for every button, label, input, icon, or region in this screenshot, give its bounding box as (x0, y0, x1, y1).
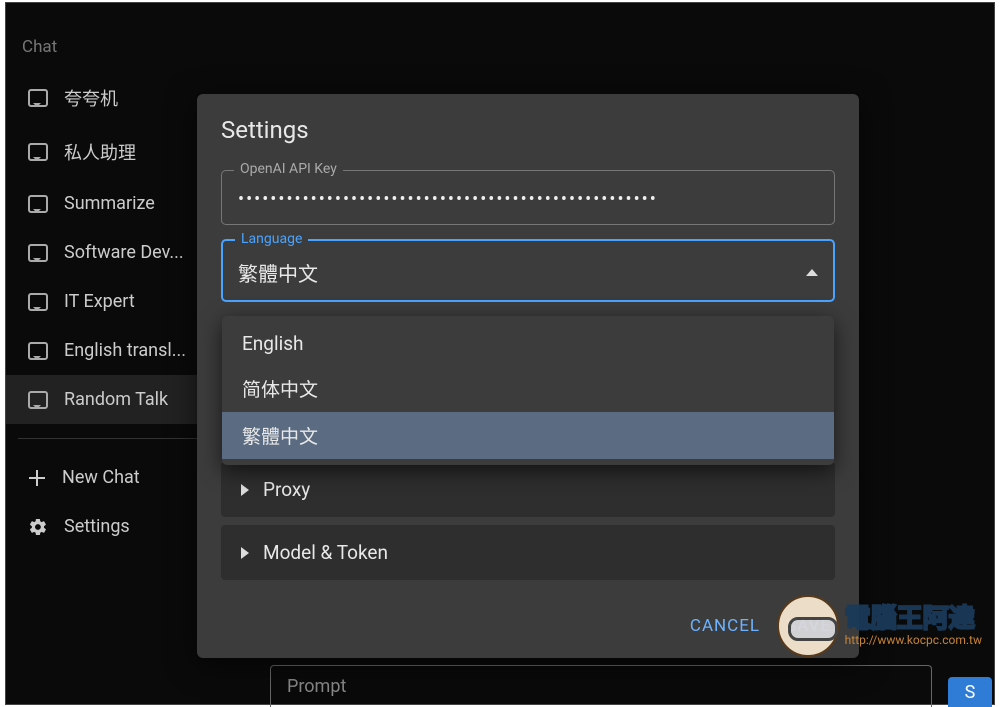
prompt-area: Prompt S (270, 665, 992, 707)
language-select[interactable]: Language 繁體中文 (221, 239, 835, 302)
caret-up-icon (806, 269, 818, 276)
sidebar-section-label: Chat (6, 13, 256, 71)
api-key-label: OpenAI API Key (234, 161, 343, 177)
language-option-english[interactable]: English (222, 322, 834, 365)
sidebar-item-label: IT Expert (64, 291, 135, 312)
chat-icon (28, 195, 48, 213)
language-option-simplified[interactable]: 简体中文 (222, 365, 834, 412)
watermark-face-icon (777, 595, 839, 657)
language-dropdown: English 简体中文 繁體中文 (222, 316, 834, 465)
chat-icon (28, 143, 48, 161)
new-chat-label: New Chat (62, 467, 140, 488)
chat-icon (28, 244, 48, 262)
modal-actions: CANCEL SAVE (197, 586, 859, 642)
api-key-field[interactable]: OpenAI API Key •••••••••••••••••••••••••… (221, 170, 835, 225)
send-label: S (965, 682, 976, 703)
prompt-placeholder: Prompt (287, 676, 346, 697)
sidebar-item-label: Random Talk (64, 389, 168, 410)
gear-icon (28, 517, 48, 537)
watermark: 電腦王阿達 http://www.kocpc.com.tw (777, 595, 982, 657)
chat-icon (28, 89, 48, 107)
proxy-accordion[interactable]: Proxy (221, 462, 835, 517)
send-button[interactable]: S (948, 677, 992, 707)
proxy-label: Proxy (263, 478, 310, 501)
sidebar-item-label: 夸夸机 (64, 85, 118, 111)
sidebar-item-label: Summarize (64, 193, 155, 214)
sidebar-item-label: English transl... (64, 340, 186, 361)
watermark-title: 電腦王阿達 (845, 606, 982, 632)
settings-label: Settings (64, 516, 130, 537)
api-key-value: ••••••••••••••••••••••••••••••••••••••••… (238, 189, 818, 210)
prompt-input[interactable]: Prompt (270, 665, 932, 707)
chevron-right-icon (241, 484, 249, 496)
chat-icon (28, 293, 48, 311)
modal-title: Settings (197, 116, 859, 160)
language-option-traditional[interactable]: 繁體中文 (222, 412, 834, 459)
sidebar-item-label: 私人助理 (64, 139, 136, 165)
model-token-accordion[interactable]: Model & Token (221, 525, 835, 580)
cancel-button[interactable]: CANCEL (690, 616, 760, 636)
language-value: 繁體中文 (238, 258, 318, 287)
plus-icon (28, 469, 46, 487)
language-label: Language (235, 231, 308, 247)
model-token-label: Model & Token (263, 541, 388, 564)
language-select-row: 繁體中文 (238, 258, 818, 287)
chat-icon (28, 342, 48, 360)
watermark-url: http://www.kocpc.com.tw (845, 634, 982, 646)
watermark-text: 電腦王阿達 http://www.kocpc.com.tw (845, 606, 982, 646)
sidebar-item-label: Software Dev... (64, 242, 184, 263)
chat-icon (28, 391, 48, 409)
chevron-right-icon (241, 547, 249, 559)
